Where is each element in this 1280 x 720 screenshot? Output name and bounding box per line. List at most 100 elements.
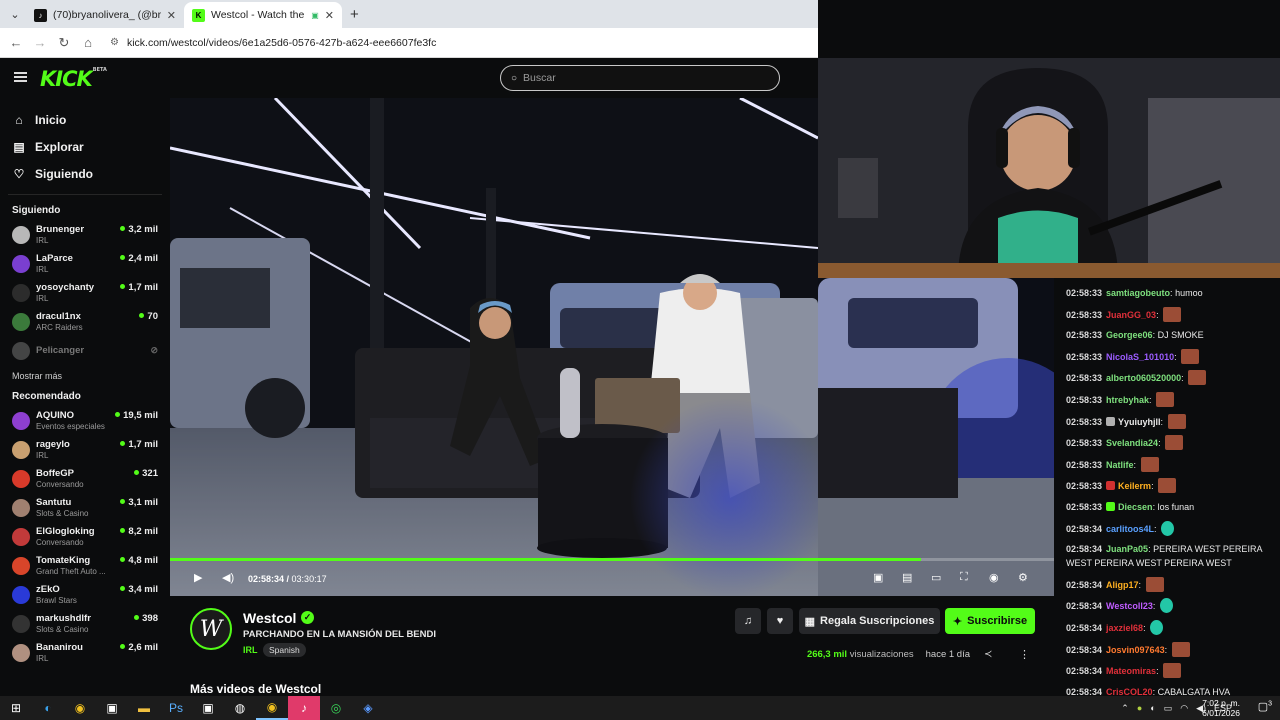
tiktok-app-icon[interactable]: ♪: [288, 696, 320, 720]
language-tag[interactable]: Spanish: [263, 643, 306, 657]
chat-username[interactable]: Natlife: [1106, 460, 1134, 470]
sidebar-channel-following[interactable]: Pelicanger ⊘: [0, 337, 170, 366]
channel-category: Slots & Casino: [36, 509, 89, 518]
speed-icon[interactable]: ◉: [989, 571, 999, 584]
capcut-icon[interactable]: ▣: [96, 696, 128, 720]
chat-username[interactable]: CrisCOL20: [1106, 687, 1153, 696]
settings-icon[interactable]: ⚙: [1018, 571, 1028, 584]
notification-bell-button[interactable]: ♫: [735, 608, 761, 634]
sidebar-channel-following[interactable]: LaParce IRL 2,4 mil: [0, 250, 170, 279]
chrome-active-icon[interactable]: ◉: [256, 696, 288, 720]
chat-timestamp: 02:58:34: [1066, 666, 1103, 677]
nav-label: Siguiendo: [35, 166, 93, 181]
sidebar-channel-recommended[interactable]: Santutu Slots & Casino 3,1 mil: [0, 494, 170, 523]
discord-alt-icon[interactable]: ◈: [352, 696, 384, 720]
miniplayer-icon[interactable]: ▤: [902, 571, 912, 584]
viewer-count: 70: [139, 311, 158, 322]
site-info-icon[interactable]: ⚙: [110, 37, 119, 48]
chrome-icon[interactable]: ◉: [64, 696, 96, 720]
chat-username[interactable]: Georgee06: [1106, 330, 1153, 340]
edge-icon[interactable]: ◐: [32, 696, 64, 720]
share-icon[interactable]: ≺: [984, 649, 992, 660]
chat-username[interactable]: Yyuiuyhjll: [1118, 417, 1161, 427]
chat-username[interactable]: carlitoos4L: [1106, 524, 1154, 534]
close-tab-icon[interactable]: ✕: [325, 9, 334, 22]
sidebar-channel-following[interactable]: dracul1nx ARC Raiders 70: [0, 308, 170, 337]
sidebar-channel-following[interactable]: Brunenger IRL 3,2 mil: [0, 221, 170, 250]
chat-username[interactable]: alberto060520000: [1106, 373, 1181, 383]
chat-username[interactable]: Svelandia24: [1106, 438, 1158, 448]
tray-expand-icon[interactable]: ⌃: [1121, 703, 1129, 714]
channel-name[interactable]: Westcol: [243, 610, 296, 626]
volume-icon[interactable]: ◀): [222, 571, 234, 584]
network-icon[interactable]: ▭: [1164, 703, 1173, 714]
chat-username[interactable]: Keilerm: [1118, 481, 1151, 491]
chat-username[interactable]: Josvin097643: [1106, 645, 1165, 655]
close-tab-icon[interactable]: ✕: [167, 9, 176, 22]
clock[interactable]: 7:02 p. m. 6/01/2026: [1202, 698, 1240, 718]
notification-center-icon[interactable]: ▢3: [1258, 700, 1272, 713]
video-player[interactable]: [170, 98, 818, 596]
more-options-icon[interactable]: ⋮: [1019, 648, 1030, 661]
start-windows-icon[interactable]: ⊞: [0, 696, 32, 720]
browser-tab-tiktok[interactable]: ♪ (70)bryanolivera_ (@bryanolivera_) ✕: [26, 2, 184, 28]
obs-icon[interactable]: ◍: [224, 696, 256, 720]
media-playing-icon[interactable]: ▣: [311, 11, 319, 20]
url-field[interactable]: ⚙ kick.com/westcol/videos/6e1a25d6-0576-…: [110, 37, 436, 49]
chat-username[interactable]: JuanPa05: [1106, 544, 1148, 554]
reload-icon[interactable]: ↻: [52, 35, 76, 51]
browser-tab-kick[interactable]: K Westcol - Watch the VOD on Kick ▣ ✕: [184, 2, 342, 28]
views-label: visualizaciones: [849, 649, 914, 660]
sidebar-channel-recommended[interactable]: markushdlfr Slots & Casino 398: [0, 610, 170, 639]
chat-username[interactable]: Mateomiras: [1106, 666, 1156, 676]
chat-username[interactable]: htrebyhak: [1106, 395, 1149, 405]
sidebar-channel-recommended[interactable]: AQUINO Eventos especiales 19,5 mil: [0, 407, 170, 436]
theater-mode-icon[interactable]: ▭: [931, 571, 941, 584]
tray-app2-icon[interactable]: ◐: [1150, 703, 1155, 713]
chat-username[interactable]: Diecsen: [1118, 502, 1153, 512]
nav-siguiendo[interactable]: ♡ Siguiendo: [0, 160, 170, 187]
sidebar-channel-recommended[interactable]: rageylo IRL 1,7 mil: [0, 436, 170, 465]
play-icon[interactable]: ▶: [194, 571, 202, 584]
file-explorer-icon[interactable]: ▬: [128, 696, 160, 720]
search-input[interactable]: ○ Buscar: [500, 65, 780, 91]
tray-app-icon[interactable]: ●: [1137, 703, 1142, 713]
sidebar-channel-recommended[interactable]: ElGlogloking Conversando 8,2 mil: [0, 523, 170, 552]
tab-search-chevron-icon[interactable]: ⌄: [4, 4, 26, 24]
capcut-alt-icon[interactable]: ▣: [192, 696, 224, 720]
nav-explorar[interactable]: ▤ Explorar: [0, 133, 170, 160]
new-tab-button[interactable]: +: [350, 6, 359, 23]
kick-logo[interactable]: KICKBETA: [40, 67, 107, 91]
sidebar-channel-recommended[interactable]: BoffeGP Conversando 321: [0, 465, 170, 494]
channel-category: IRL: [36, 654, 49, 663]
subscribe-button[interactable]: ✦ Suscribirse: [945, 608, 1035, 634]
chat-username[interactable]: samtiagobeuto: [1106, 288, 1170, 298]
spotify-icon[interactable]: ◎: [320, 696, 352, 720]
fullscreen-icon[interactable]: ⛶: [960, 571, 968, 584]
hamburger-menu-icon[interactable]: [14, 72, 27, 82]
chat-message: 02:58:34 Aligp17:: [1066, 576, 1266, 592]
gift-subs-button[interactable]: ▦ Regala Suscripciones: [799, 608, 940, 634]
chat-username[interactable]: jaxziel68: [1106, 623, 1143, 633]
wifi-icon[interactable]: ◠: [1180, 703, 1188, 714]
progress-bar[interactable]: [170, 558, 1054, 561]
forward-icon[interactable]: →: [28, 35, 52, 50]
chat-username[interactable]: Westcoll23: [1106, 601, 1153, 611]
home-icon[interactable]: ⌂: [76, 35, 100, 50]
back-icon[interactable]: ←: [4, 35, 28, 50]
sidebar-channel-recommended[interactable]: Bananirou IRL 2,6 mil: [0, 639, 170, 668]
category-link[interactable]: IRL: [243, 645, 258, 655]
chat-username[interactable]: NicolaS_101010: [1106, 352, 1174, 362]
chat-username[interactable]: Aligp17: [1106, 580, 1139, 590]
sidebar-channel-recommended[interactable]: TomateKing Grand Theft Auto ... 4,8 mil: [0, 552, 170, 581]
sidebar-channel-following[interactable]: yosoychanty IRL 1,7 mil: [0, 279, 170, 308]
show-more-link[interactable]: Mostrar más: [0, 371, 170, 389]
chat-username[interactable]: JuanGG_03: [1106, 310, 1156, 320]
follow-heart-button[interactable]: ♥: [767, 608, 793, 634]
clip-icon[interactable]: ▣: [873, 571, 883, 584]
channel-avatar[interactable]: W: [190, 608, 232, 650]
sidebar-channel-recommended[interactable]: zEkO Brawl Stars 3,4 mil: [0, 581, 170, 610]
channel-category: Conversando: [36, 538, 84, 547]
photoshop-icon[interactable]: Ps: [160, 696, 192, 720]
nav-inicio[interactable]: ⌂ Inicio: [0, 106, 170, 133]
